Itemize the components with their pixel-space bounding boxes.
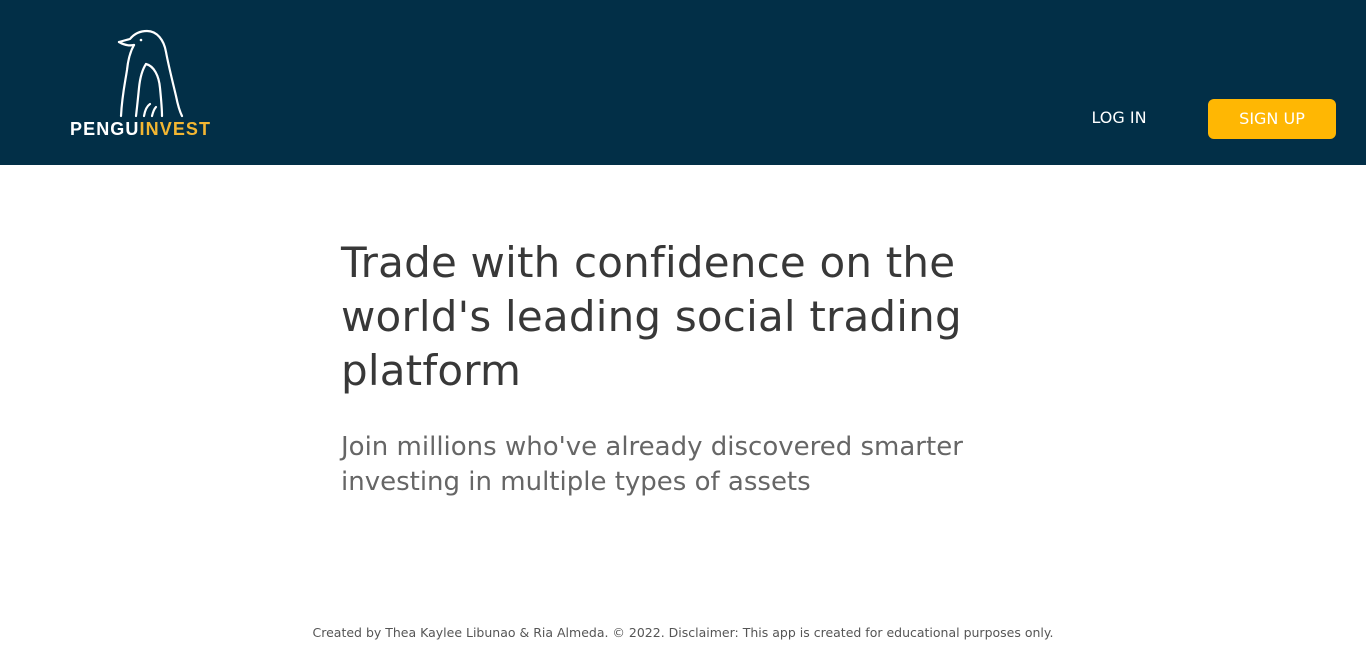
penguin-icon [117, 29, 184, 118]
hero-title: Trade with confidence on the world's lea… [341, 238, 962, 395]
login-link[interactable]: LOG IN [1078, 102, 1160, 134]
brand-name-part2: INVEST [139, 119, 212, 139]
top-header: PENGUINVEST LOG IN SIGN UP [0, 0, 1366, 165]
hero-subtitle: Join millions who've already discovered … [341, 432, 963, 497]
signup-button[interactable]: SIGN UP [1208, 99, 1336, 139]
brand-wordmark: PENGUINVEST [70, 119, 211, 140]
brand-logo[interactable]: PENGUINVEST [70, 28, 240, 140]
footer-credits: Created by Thea Kaylee Libunao & Ria Alm… [312, 625, 1054, 640]
hero-section: Trade with confidence on the world's lea… [341, 236, 1041, 500]
brand-name-part1: PENGU [70, 119, 140, 139]
